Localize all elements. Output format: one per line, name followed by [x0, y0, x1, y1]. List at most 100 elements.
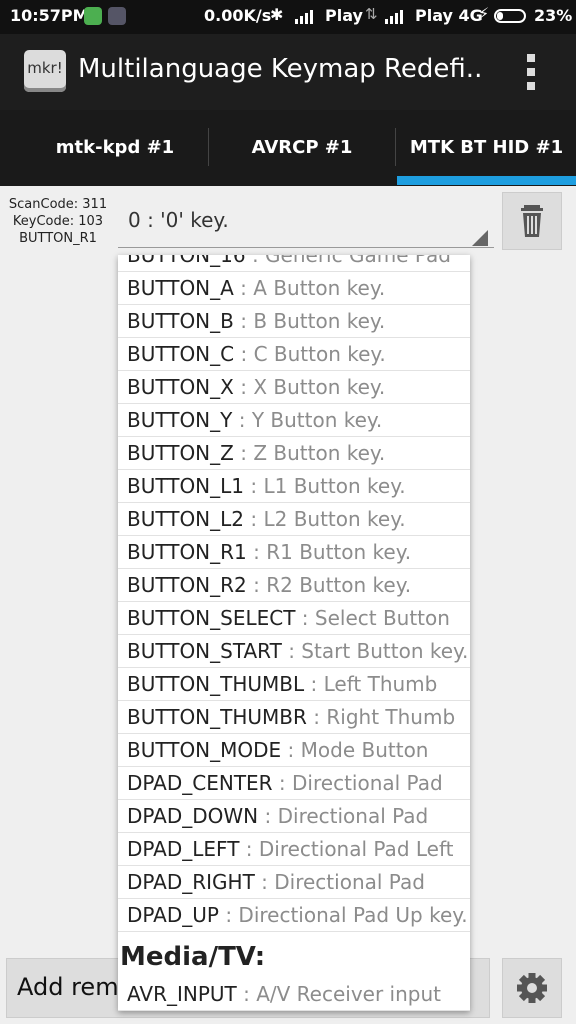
data-activity-icon: ⇅ — [365, 5, 378, 23]
selected-tab-indicator — [397, 176, 576, 185]
item-key-code: BUTTON_MODE — [127, 738, 282, 762]
item-key-code: BUTTON_16 — [127, 255, 246, 267]
dropdown-item[interactable]: BUTTON_Z : Z Button key. — [118, 437, 470, 470]
key-info: ScanCode: 311 KeyCode: 103 BUTTON_R1 — [0, 196, 116, 247]
item-description: : Left Thumb — [304, 672, 438, 696]
item-key-code: BUTTON_THUMBR — [127, 705, 307, 729]
app-title: Multilanguage Keymap Redefi.. — [78, 54, 483, 84]
status-bar: 10:57PM 0.00K/s ✱ Play ⇅ Play 4G ⚡ 23% — [0, 0, 576, 34]
item-key-code: BUTTON_B — [127, 309, 234, 333]
overflow-menu-button[interactable] — [516, 52, 546, 92]
item-description: : Directional Pad — [258, 804, 429, 828]
dropdown-item[interactable]: BUTTON_C : C Button key. — [118, 338, 470, 371]
carrier-2: Play 4G — [415, 6, 483, 25]
item-description: : B Button key. — [233, 309, 386, 333]
item-key-code: BUTTON_L2 — [127, 507, 245, 531]
spinner-arrow-icon — [472, 230, 488, 246]
dropdown-item[interactable]: BUTTON_16 : Generic Game Pad — [118, 255, 470, 272]
network-speed: 0.00K/s — [204, 6, 272, 25]
tab-mtk-bt-hid[interactable]: MTK BT HID #1 — [397, 110, 576, 186]
tab-divider — [395, 128, 396, 166]
delete-button[interactable] — [502, 192, 562, 250]
add-remap-label: Add rem — [17, 973, 119, 1001]
item-key-code: BUTTON_THUMBL — [127, 672, 305, 696]
dropdown-item[interactable]: BUTTON_SELECT : Select Button — [118, 602, 470, 635]
item-key-code: BUTTON_C — [127, 342, 235, 366]
item-description: : X Button key. — [233, 375, 386, 399]
item-description: : L1 Button key. — [244, 474, 406, 498]
key-name: BUTTON_R1 — [19, 231, 97, 246]
item-description: : Z Button key. — [233, 441, 386, 465]
dropdown-item[interactable]: DPAD_UP : Directional Pad Up key. — [118, 899, 470, 932]
dropdown-item[interactable]: BUTTON_MODE : Mode Button — [118, 734, 470, 767]
item-key-code: BUTTON_X — [127, 375, 234, 399]
item-description: : Directional Pad — [272, 771, 443, 795]
item-description: : A/V Receiver input — [236, 982, 442, 1006]
dropdown-item[interactable]: BUTTON_THUMBL : Left Thumb — [118, 668, 470, 701]
item-description: : Select Button — [295, 606, 450, 630]
key-dropdown-list[interactable]: BUTTON_16 : Generic Game Pad BUTTON_A : A… — [118, 255, 470, 1011]
dropdown-item[interactable]: DPAD_RIGHT : Directional Pad — [118, 866, 470, 899]
dropdown-item[interactable]: BUTTON_R1 : R1 Button key. — [118, 536, 470, 569]
bluetooth-icon: ✱ — [270, 5, 284, 24]
key-mapping-spinner[interactable]: 0 : '0' key. — [118, 196, 494, 250]
item-description: : R1 Button key. — [246, 540, 412, 564]
item-key-code: AVR_INPUT — [127, 982, 237, 1006]
item-key-code: BUTTON_Z — [127, 441, 234, 465]
spinner-underline — [118, 247, 494, 248]
item-key-code: DPAD_DOWN — [127, 804, 259, 828]
signal-icon — [295, 8, 313, 24]
item-description: : Directional Pad Left — [239, 837, 454, 861]
signal-icon-2 — [385, 8, 403, 24]
key-code: KeyCode: 103 — [12, 214, 104, 229]
item-description: : C Button key. — [234, 342, 386, 366]
item-key-code: DPAD_RIGHT — [127, 870, 255, 894]
dropdown-item[interactable]: BUTTON_START : Start Button key. — [118, 635, 470, 668]
dropdown-item[interactable]: BUTTON_A : A Button key. — [118, 272, 470, 305]
tab-mtk-kpd[interactable]: mtk-kpd #1 — [22, 110, 208, 186]
item-key-code: BUTTON_L1 — [127, 474, 245, 498]
item-description: : Directional Pad Up key. — [218, 903, 468, 927]
item-description: : Right Thumb — [306, 705, 456, 729]
item-key-code: BUTTON_R2 — [127, 573, 247, 597]
item-description: : Mode Button — [281, 738, 429, 762]
item-description: : Generic Game Pad — [245, 255, 451, 267]
tab-avrcp[interactable]: AVRCP #1 — [209, 110, 395, 186]
spinner-value: 0 : '0' key. — [128, 208, 229, 232]
dropdown-item[interactable]: DPAD_CENTER : Directional Pad — [118, 767, 470, 800]
item-description: : A Button key. — [233, 276, 386, 300]
dropdown-item[interactable]: DPAD_DOWN : Directional Pad — [118, 800, 470, 833]
section-header: Media/TV: — [120, 942, 266, 972]
gear-icon — [517, 973, 547, 1003]
item-key-code: BUTTON_SELECT — [127, 606, 296, 630]
status-time: 10:57PM — [10, 6, 89, 25]
dropdown-item[interactable]: DPAD_LEFT : Directional Pad Left — [118, 833, 470, 866]
item-key-code: BUTTON_R1 — [127, 540, 247, 564]
dropdown-item[interactable]: BUTTON_B : B Button key. — [118, 305, 470, 338]
app-bar: mkr! Multilanguage Keymap Redefi.. — [0, 34, 576, 110]
item-description: : Y Button key. — [232, 408, 383, 432]
item-key-code: BUTTON_START — [127, 639, 282, 663]
scan-code: ScanCode: 311 — [8, 197, 108, 212]
dropdown-item[interactable]: BUTTON_X : X Button key. — [118, 371, 470, 404]
item-description: : L2 Button key. — [244, 507, 406, 531]
item-key-code: DPAD_UP — [127, 903, 219, 927]
item-key-code: DPAD_CENTER — [127, 771, 273, 795]
dropdown-item[interactable]: AVR_INPUT : A/V Receiver input — [118, 978, 470, 1011]
dropdown-item[interactable]: BUTTON_L1 : L1 Button key. — [118, 470, 470, 503]
item-description: : Start Button key. — [281, 639, 469, 663]
screenshot-notification-icon — [108, 7, 126, 25]
settings-button[interactable] — [502, 958, 562, 1018]
dropdown-item[interactable]: BUTTON_THUMBR : Right Thumb — [118, 701, 470, 734]
dropdown-item[interactable]: BUTTON_L2 : L2 Button key. — [118, 503, 470, 536]
carrier-1: Play — [325, 6, 363, 25]
battery-icon — [494, 9, 526, 23]
battery-percent: 23% — [534, 6, 573, 25]
app-logo-icon: mkr! — [24, 50, 66, 92]
tab-bar: mtk-kpd #1 AVRCP #1 MTK BT HID #1 — [0, 110, 576, 186]
item-key-code: DPAD_LEFT — [127, 837, 240, 861]
dropdown-item[interactable]: BUTTON_R2 : R2 Button key. — [118, 569, 470, 602]
dropdown-item[interactable]: BUTTON_Y : Y Button key. — [118, 404, 470, 437]
item-description: : R2 Button key. — [246, 573, 412, 597]
charging-icon: ⚡ — [478, 4, 490, 23]
